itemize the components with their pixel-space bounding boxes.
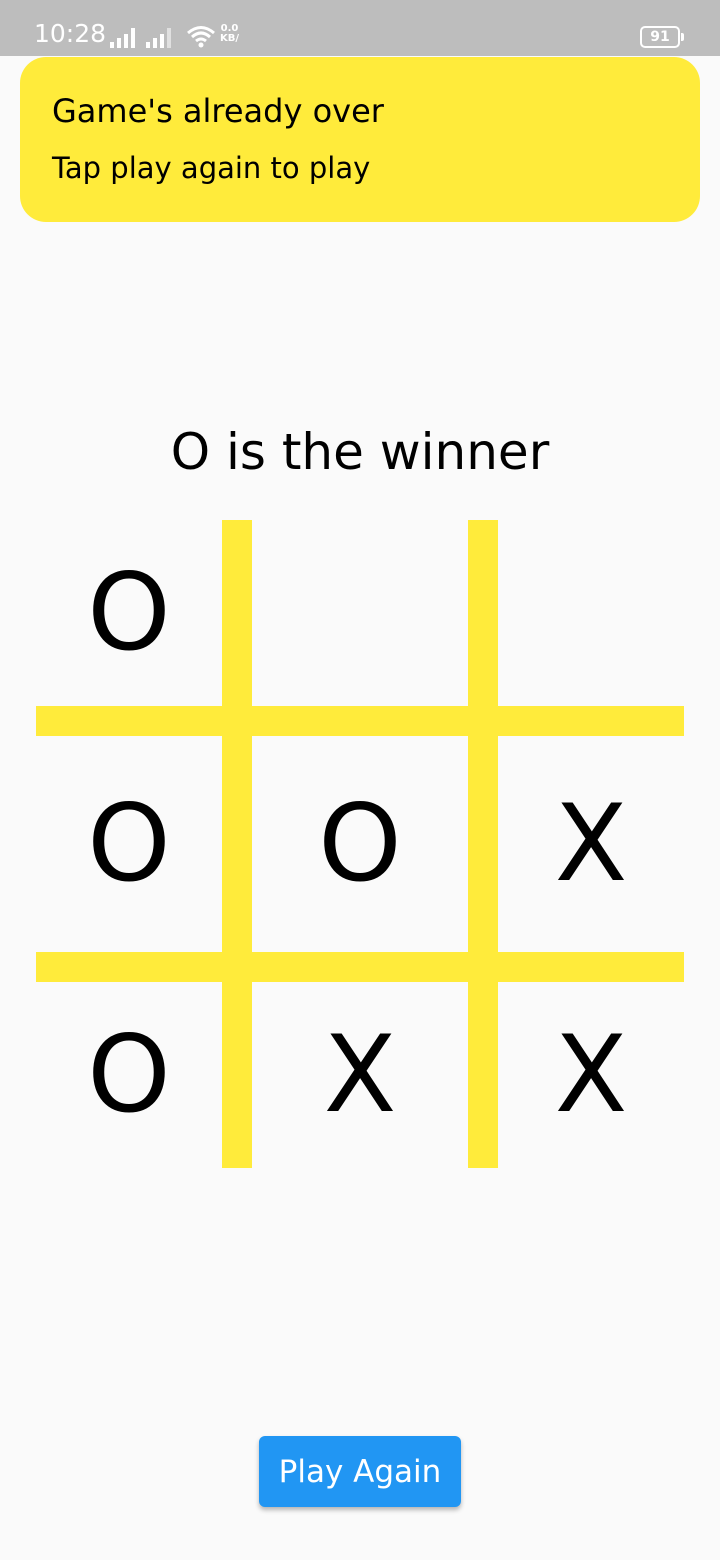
- board-cell-6[interactable]: X: [498, 736, 684, 952]
- board-cell-7[interactable]: O: [36, 982, 222, 1168]
- play-again-button[interactable]: Play Again: [259, 1436, 461, 1507]
- board-cell-1[interactable]: O: [36, 520, 222, 706]
- board-cell-4[interactable]: O: [36, 736, 222, 952]
- game-over-snackbar: Game's already over Tap play again to pl…: [20, 57, 700, 222]
- snackbar-subtitle: Tap play again to play: [52, 151, 371, 185]
- battery-level: 91: [650, 29, 670, 45]
- board-cell-9[interactable]: X: [498, 982, 684, 1168]
- snackbar-title: Game's already over: [52, 92, 384, 130]
- network-speed: 0.0 KB/: [220, 24, 239, 44]
- battery-icon: 91: [640, 26, 684, 48]
- wifi-icon: [187, 26, 215, 48]
- board-cell-2[interactable]: [252, 520, 468, 706]
- status-bar: 10:28 0.0 KB/ 91: [0, 0, 720, 56]
- signal-strength-icon: [146, 28, 171, 48]
- status-time: 10:28: [34, 19, 107, 48]
- board-cell-3[interactable]: [498, 520, 684, 706]
- network-speed-unit: KB/: [220, 33, 240, 44]
- grid-line-horizontal: [36, 706, 684, 736]
- grid-line-vertical: [222, 520, 252, 1168]
- grid-line-horizontal: [36, 952, 684, 982]
- signal-strength-icon: [110, 28, 135, 48]
- tic-tac-toe-board: O O O X O X X: [36, 520, 684, 1168]
- board-cell-5[interactable]: O: [252, 736, 468, 952]
- winner-text: O is the winner: [170, 423, 550, 481]
- grid-line-vertical: [468, 520, 498, 1168]
- board-cell-8[interactable]: X: [252, 982, 468, 1168]
